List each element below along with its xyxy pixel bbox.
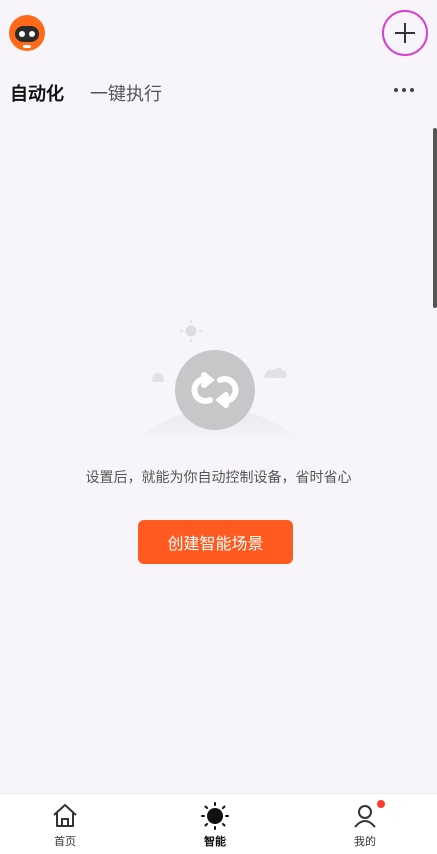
empty-state-message: 设置后，就能为你自动控制设备，省时省心 bbox=[85, 470, 352, 486]
scrollbar[interactable] bbox=[433, 128, 437, 308]
nav-mine-label: 我的 bbox=[354, 835, 376, 848]
robot-avatar-icon[interactable] bbox=[8, 14, 46, 52]
nav-smart[interactable]: 智能 bbox=[165, 794, 265, 854]
nav-home-label: 首页 bbox=[54, 835, 76, 848]
nav-mine[interactable]: 我的 bbox=[315, 794, 415, 854]
tab-one-click[interactable]: 一键执行 bbox=[90, 80, 162, 106]
plus-icon bbox=[395, 23, 415, 43]
profile-icon bbox=[354, 805, 376, 828]
tab-automation[interactable]: 自动化 bbox=[10, 80, 64, 106]
cloud-left-icon bbox=[152, 373, 164, 382]
tab-bar: 自动化 一键执行 bbox=[10, 78, 188, 108]
more-dots-icon[interactable] bbox=[394, 88, 414, 92]
cloud-right-icon bbox=[264, 367, 287, 378]
home-icon bbox=[53, 804, 77, 827]
top-bar bbox=[0, 0, 437, 70]
create-scene-button[interactable]: 创建智能场景 bbox=[138, 520, 293, 564]
sun-icon bbox=[201, 802, 229, 830]
sun-decoration-icon bbox=[180, 320, 202, 342]
nav-home[interactable]: 首页 bbox=[15, 794, 115, 854]
empty-state-illustration bbox=[130, 320, 306, 444]
notification-badge bbox=[377, 800, 385, 808]
add-button[interactable] bbox=[382, 10, 428, 56]
nav-smart-label: 智能 bbox=[204, 835, 226, 848]
bottom-navigation: 首页 智能 我的 bbox=[0, 793, 437, 854]
